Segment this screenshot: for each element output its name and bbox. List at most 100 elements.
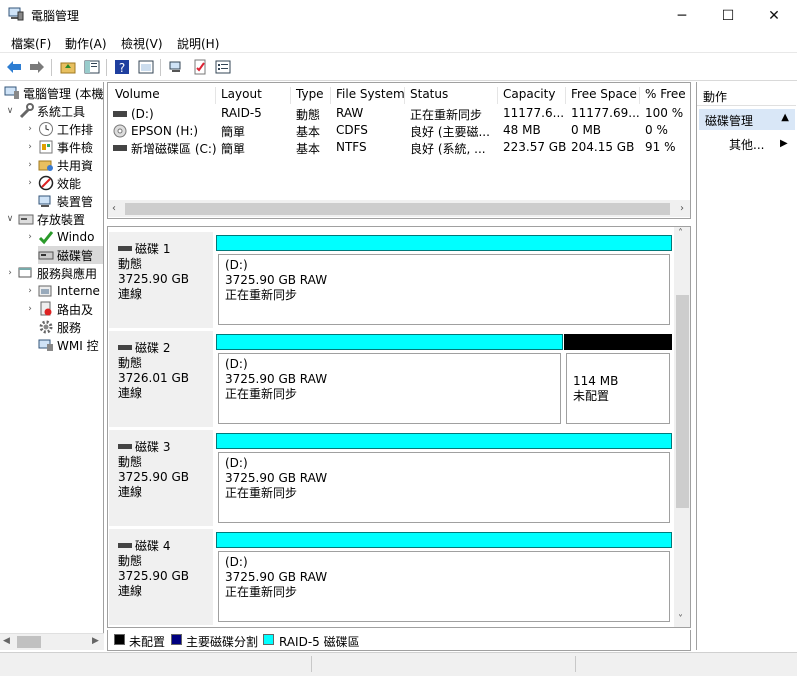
partition-block[interactable]: (D:) 3725.90 GB RAW 正在重新同步 — [216, 433, 672, 529]
tree-item-shared-folders[interactable]: › 共用資 — [24, 156, 93, 174]
disk-name: 磁碟 1 — [135, 241, 171, 256]
partition-size: 3725.90 GB RAW — [225, 471, 328, 485]
disk-type: 動態 — [118, 455, 143, 469]
tree-item-storage[interactable]: ∨ 存放裝置 — [4, 210, 85, 228]
cell-volume: (D:) — [131, 107, 154, 121]
forward-arrow-icon[interactable] — [27, 57, 47, 77]
disk-drive-icon — [38, 247, 54, 263]
maximize-button[interactable]: ☐ — [705, 0, 751, 31]
tree-item-system-tools[interactable]: ∨ 系統工具 — [4, 102, 85, 120]
column-header-free-space[interactable]: Free Space — [566, 87, 640, 104]
menu-action[interactable]: 動作(A) — [65, 35, 107, 52]
actions-pane — [696, 82, 797, 650]
tree-horizontal-scrollbar[interactable] — [0, 633, 104, 650]
disk-header[interactable]: 磁碟 4 動態 3725.90 GB 連線 — [109, 529, 214, 625]
list-view-icon[interactable] — [213, 57, 233, 77]
checklist-icon[interactable] — [190, 57, 210, 77]
clock-icon — [38, 121, 54, 137]
column-header-layout[interactable]: Layout — [216, 87, 291, 104]
column-header-type[interactable]: Type — [291, 87, 331, 104]
disk-type: 動態 — [118, 554, 143, 568]
scroll-down-arrow-icon[interactable]: ˅ — [678, 614, 683, 625]
tree-item-services[interactable]: 服務 — [38, 318, 81, 336]
minimize-button[interactable]: ─ — [659, 0, 705, 31]
chevron-right-icon[interactable]: › — [24, 304, 36, 314]
tree-item-windows-backup[interactable]: › Windo — [24, 228, 95, 246]
tree-item-computer-management[interactable]: 電腦管理 (本機 — [4, 84, 103, 102]
event-log-icon — [38, 139, 54, 155]
cell-type: 基本 — [296, 125, 321, 139]
chevron-right-icon[interactable]: › — [24, 160, 36, 170]
unallocated-block[interactable]: 114 MB 未配置 — [564, 334, 672, 430]
chevron-right-icon[interactable]: › — [24, 142, 36, 152]
chevron-right-icon[interactable]: › — [24, 232, 36, 242]
help-icon[interactable]: ? — [112, 57, 132, 77]
column-header-file-system[interactable]: File System — [331, 87, 405, 104]
partition-label: (D:) — [225, 456, 248, 470]
scroll-left-arrow-icon[interactable]: ‹ — [112, 203, 116, 214]
chevron-down-icon[interactable]: ∨ — [4, 106, 16, 116]
shared-folder-icon — [38, 157, 54, 173]
disk-drive-icon — [118, 241, 132, 257]
window-title: 電腦管理 — [31, 9, 80, 23]
properties-icon[interactable] — [136, 57, 156, 77]
partition-block[interactable]: (D:) 3725.90 GB RAW 正在重新同步 — [216, 334, 563, 430]
navigation-tree: 電腦管理 (本機 ∨ 系統工具 › 工作排 › 事件檢 › 共用資 › 效能 裝… — [0, 82, 104, 650]
cell-type: 動態 — [296, 108, 321, 122]
actions-more-item[interactable]: 其他... — [729, 136, 764, 153]
tree-item-internet[interactable]: › Interne — [24, 282, 100, 300]
disk-header[interactable]: 磁碟 1 動態 3725.90 GB 連線 — [109, 232, 214, 328]
column-header-capacity[interactable]: Capacity — [498, 87, 566, 104]
menu-file[interactable]: 檔案(F) — [11, 35, 51, 52]
column-header-percent-free[interactable]: % Free — [640, 87, 690, 104]
scroll-left-arrow-icon[interactable]: ◀ — [3, 636, 10, 646]
tree-scroll-thumb[interactable] — [17, 636, 41, 648]
tree-item-label: WMI 控 — [57, 338, 99, 353]
chevron-right-icon[interactable]: › — [24, 178, 36, 188]
tree-item-disk-management[interactable]: 磁碟管 — [38, 246, 103, 264]
table-row[interactable]: (D:) — [112, 106, 212, 122]
menu-view[interactable]: 檢視(V) — [121, 35, 163, 52]
disk-name: 磁碟 2 — [135, 340, 171, 355]
tree-item-wmi[interactable]: WMI 控 — [38, 336, 99, 354]
partition-block[interactable]: (D:) 3725.90 GB RAW 正在重新同步 — [216, 235, 672, 331]
disk-header[interactable]: 磁碟 3 動態 3725.90 GB 連線 — [109, 430, 214, 526]
menu-help[interactable]: 說明(H) — [177, 35, 219, 52]
cell-free-space: 204.15 GB — [571, 140, 635, 154]
chevron-right-icon[interactable]: › — [24, 124, 36, 134]
chevron-down-icon[interactable]: ∨ — [4, 214, 16, 224]
close-button[interactable]: ✕ — [751, 0, 797, 31]
tree-item-label: Windo — [57, 230, 95, 244]
scroll-right-arrow-icon[interactable]: ▶ — [92, 636, 99, 646]
column-header-volume[interactable]: Volume — [110, 87, 216, 104]
tree-item-performance[interactable]: › 效能 — [24, 174, 81, 192]
computer-management-icon — [8, 7, 24, 21]
table-row[interactable]: EPSON (H:) — [112, 123, 212, 139]
volume-list-scroll-thumb[interactable] — [125, 203, 670, 215]
tree-item-label: 工作排 — [57, 122, 94, 137]
partition-size: 3725.90 GB RAW — [225, 372, 328, 386]
disk-area-scroll-thumb[interactable] — [676, 295, 689, 508]
legend-swatch-unallocated — [114, 634, 125, 645]
scroll-up-arrow-icon[interactable]: ˄ — [678, 228, 683, 239]
tree-item-device-manager[interactable]: 裝置管 — [38, 192, 93, 210]
back-arrow-icon[interactable] — [4, 57, 24, 77]
tree-item-routing[interactable]: › 路由及 — [24, 300, 93, 318]
table-row[interactable]: 新增磁碟區 (C:) — [112, 140, 216, 156]
disk-header[interactable]: 磁碟 2 動態 3726.01 GB 連線 — [109, 331, 214, 427]
cell-percent-free: 100 % — [645, 106, 684, 120]
actions-section-disk-management[interactable]: 磁碟管理 ▲ — [699, 109, 795, 130]
tree-item-event-viewer[interactable]: › 事件檢 — [24, 138, 93, 156]
chevron-right-icon[interactable]: › — [24, 286, 36, 296]
connect-icon[interactable] — [166, 57, 186, 77]
disk-layout-area: 磁碟 1 動態 3725.90 GB 連線 (D:) 3725.90 GB RA… — [107, 226, 691, 628]
partition-block[interactable]: (D:) 3725.90 GB RAW 正在重新同步 — [216, 532, 672, 627]
collapse-arrow-icon[interactable]: ▲ — [781, 112, 789, 123]
up-folder-icon[interactable] — [58, 57, 78, 77]
show-hide-tree-icon[interactable] — [82, 57, 102, 77]
tree-item-task-scheduler[interactable]: › 工作排 — [24, 120, 93, 138]
tree-item-services-apps[interactable]: › 服務與應用 — [4, 264, 97, 282]
chevron-right-icon[interactable]: › — [4, 268, 16, 278]
column-header-status[interactable]: Status — [405, 87, 498, 104]
scroll-right-arrow-icon[interactable]: › — [680, 203, 684, 214]
